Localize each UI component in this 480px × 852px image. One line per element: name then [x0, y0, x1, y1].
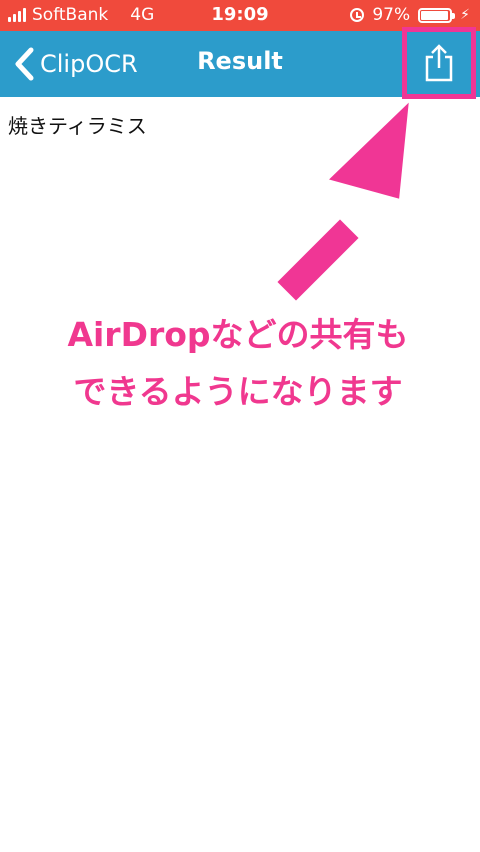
- annotation-line-1: AirDropなどの共有も: [67, 315, 409, 354]
- annotation-line-2: できるようになります: [73, 372, 403, 411]
- annotation-arrow: [275, 99, 411, 303]
